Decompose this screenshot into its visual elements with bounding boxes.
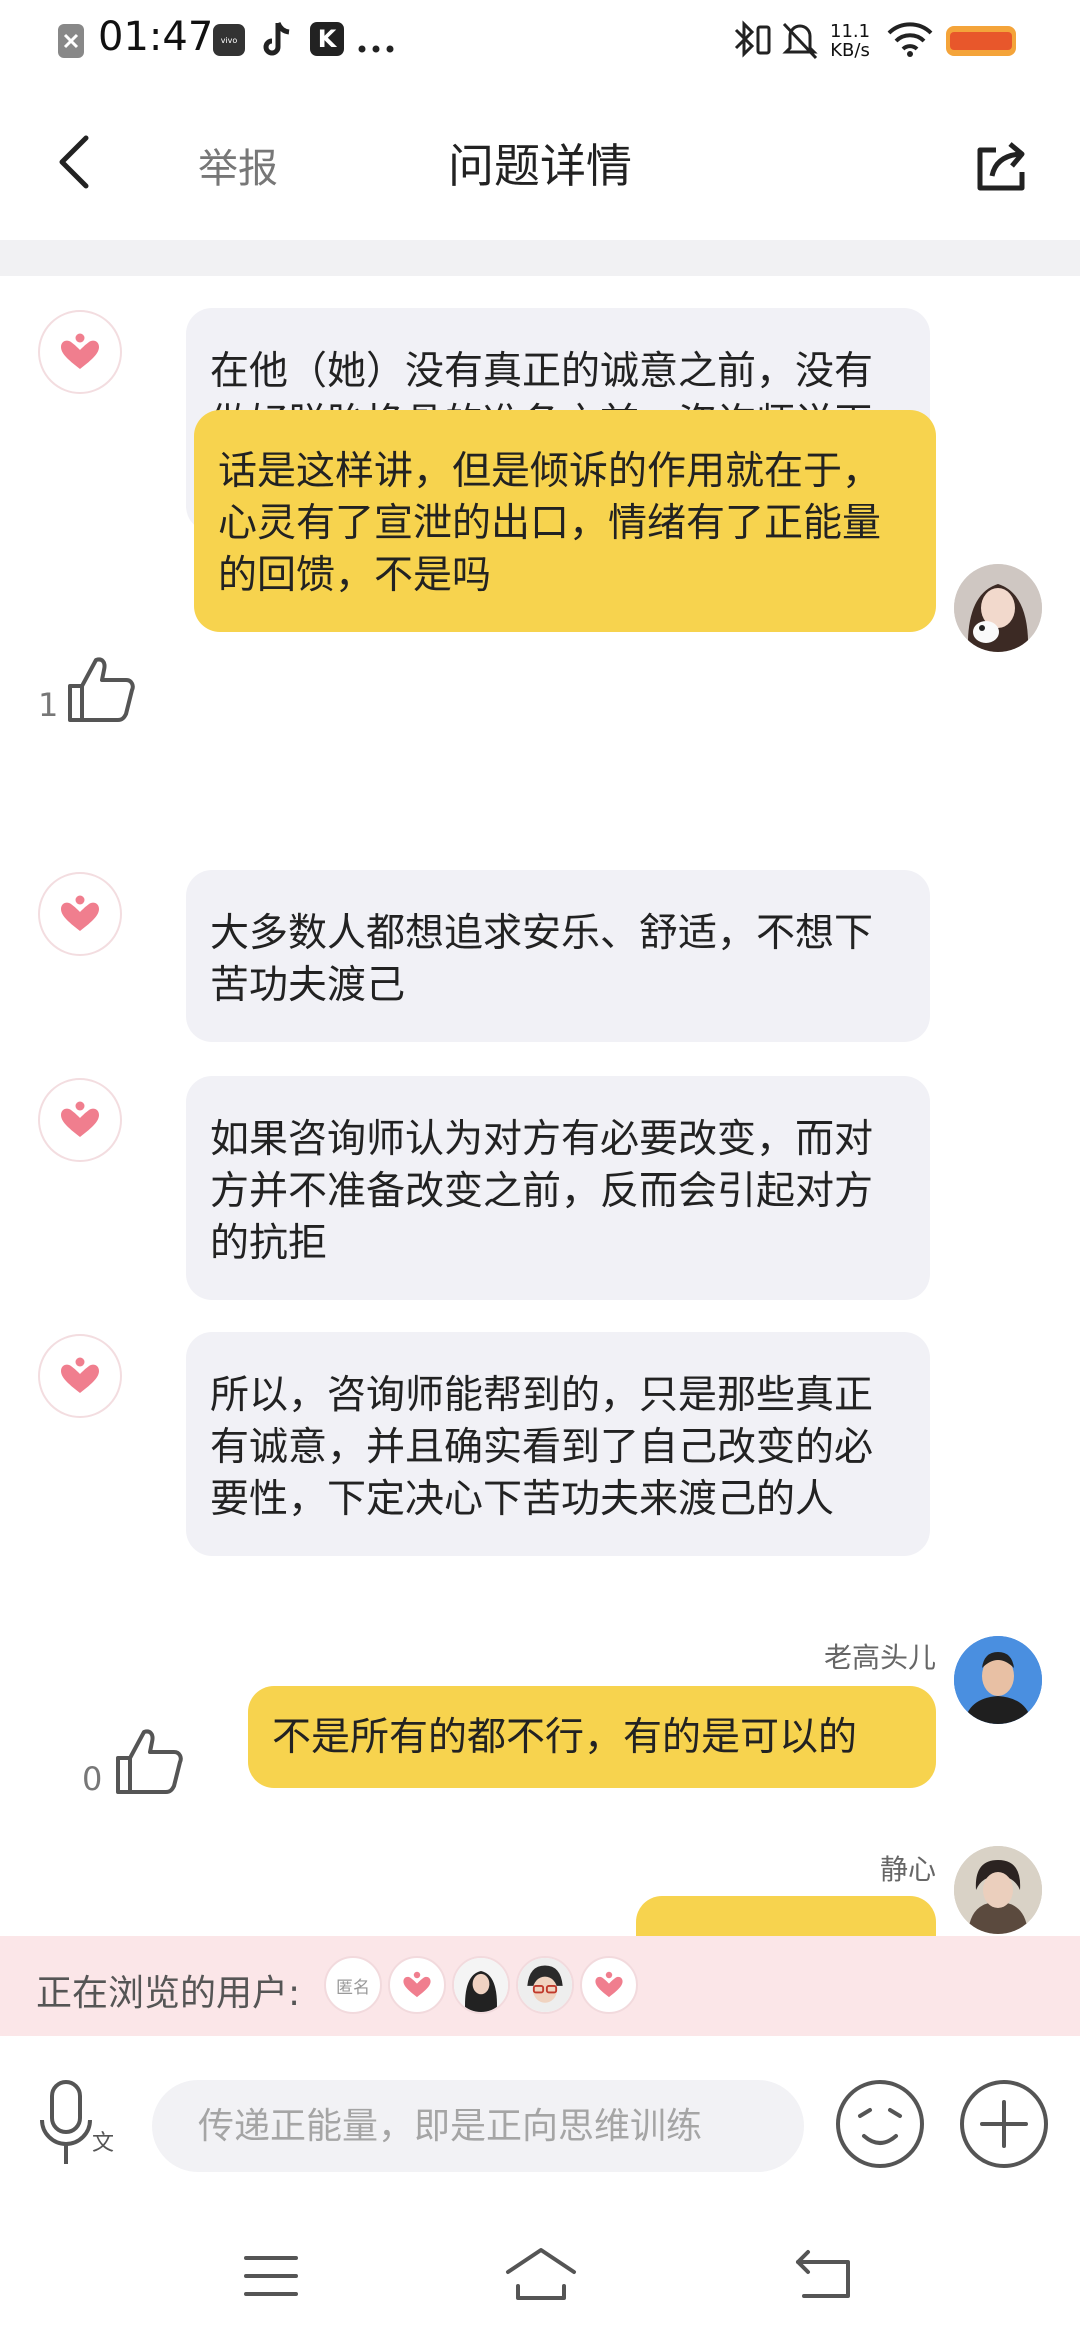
network-speed: 11.1 KB/s xyxy=(830,21,871,61)
message-bubble[interactable]: 话是这样讲，但是倾诉的作用就在于，心灵有了宣泄的出口，情绪有了正能量的回馈，不是… xyxy=(194,410,936,632)
app-header: 举报 问题详情 xyxy=(0,84,1080,240)
tiktok-icon xyxy=(262,20,294,62)
viewer-avatar[interactable] xyxy=(580,1956,638,2014)
plus-icon xyxy=(960,2080,1048,2168)
share-icon xyxy=(977,142,1025,191)
message-bubble[interactable]: 不是所有的都不行，有的是可以的 xyxy=(248,1686,936,1788)
anonymous-label: 匿名 xyxy=(336,1977,370,1998)
viewer-avatar-anonymous[interactable]: 匿名 xyxy=(324,1956,382,2014)
anonymous-avatar[interactable] xyxy=(38,1078,122,1162)
viewers-label: 正在浏览的用户: xyxy=(36,1973,301,2014)
bluetooth-icon xyxy=(728,18,774,66)
heart-icon xyxy=(61,895,99,931)
home-button[interactable] xyxy=(504,2246,578,2306)
user-avatar[interactable] xyxy=(954,1846,1042,1934)
more-icon xyxy=(358,38,396,57)
system-nav-bar xyxy=(0,2216,1080,2340)
message-bubble[interactable]: 大多数人都想追求安乐、舒适，不想下苦功夫渡己 xyxy=(186,870,930,1042)
add-button[interactable] xyxy=(958,2078,1050,2170)
viewer-avatar[interactable] xyxy=(516,1956,574,2014)
close-notify-icon xyxy=(58,24,84,58)
share-button[interactable] xyxy=(972,136,1034,196)
mute-icon xyxy=(780,18,820,66)
viewer-avatar[interactable] xyxy=(388,1956,446,2014)
voice-button[interactable]: 文 xyxy=(34,2078,120,2174)
username: 静心 xyxy=(879,1853,936,1886)
input-bar: 文 xyxy=(0,2036,1080,2216)
message-bubble[interactable]: 如果咨询师认为对方有必要改变，而对方并不准备改变之前，反而会引起对方的抗拒 xyxy=(186,1076,930,1300)
anonymous-avatar[interactable] xyxy=(38,310,122,394)
menu-icon xyxy=(244,2256,298,2296)
status-time: 01:47 xyxy=(98,14,214,60)
svg-text:文: 文 xyxy=(92,2131,114,2156)
anonymous-avatar[interactable] xyxy=(38,1334,122,1418)
wifi-icon xyxy=(886,20,934,62)
page-title: 问题详情 xyxy=(448,139,632,193)
emoji-icon xyxy=(836,2080,924,2168)
back-nav-button[interactable] xyxy=(794,2248,854,2306)
back-icon xyxy=(796,2250,850,2298)
like-count: 0 xyxy=(82,1760,103,1798)
heart-icon xyxy=(403,1971,431,1998)
heart-icon xyxy=(595,1971,623,1998)
heart-icon xyxy=(61,1101,99,1137)
k-app-icon: K xyxy=(310,22,344,56)
emoji-button[interactable] xyxy=(834,2078,926,2170)
battery-icon xyxy=(946,26,1016,56)
like-count: 1 xyxy=(38,686,59,724)
message-list[interactable]: 在他（她）没有真正的诚意之前，没有做好脱胎换骨的准备之前，咨询师说再多、再正确，… xyxy=(0,276,1080,1936)
username: 老高头儿 xyxy=(823,1641,936,1674)
microphone-icon: 文 xyxy=(40,2080,114,2164)
user-avatar[interactable] xyxy=(954,564,1042,652)
heart-icon xyxy=(61,333,99,369)
heart-icon xyxy=(61,1357,99,1393)
message-bubble[interactable] xyxy=(636,1896,936,1936)
viewers-bar: 正在浏览的用户: 匿名 xyxy=(0,1936,1080,2036)
viewer-avatar[interactable] xyxy=(452,1956,510,2014)
message-input[interactable] xyxy=(152,2080,804,2172)
home-icon xyxy=(506,2248,576,2300)
thumbs-up-icon xyxy=(116,1729,183,1794)
status-bar: 01:47 vivo K 11.1 KB/s xyxy=(0,0,1080,84)
like-button[interactable] xyxy=(64,652,138,730)
thumbs-up-icon xyxy=(68,657,135,722)
menu-button[interactable] xyxy=(244,2254,298,2302)
vivo-icon: vivo xyxy=(213,24,245,56)
user-avatar[interactable] xyxy=(954,1636,1042,1724)
header-divider xyxy=(0,240,1080,276)
like-button[interactable] xyxy=(112,1724,186,1802)
anonymous-avatar[interactable] xyxy=(38,872,122,956)
message-bubble[interactable]: 所以，咨询师能帮到的，只是那些真正有诚意，并且确实看到了自己改变的必要性，下定决… xyxy=(186,1332,930,1556)
